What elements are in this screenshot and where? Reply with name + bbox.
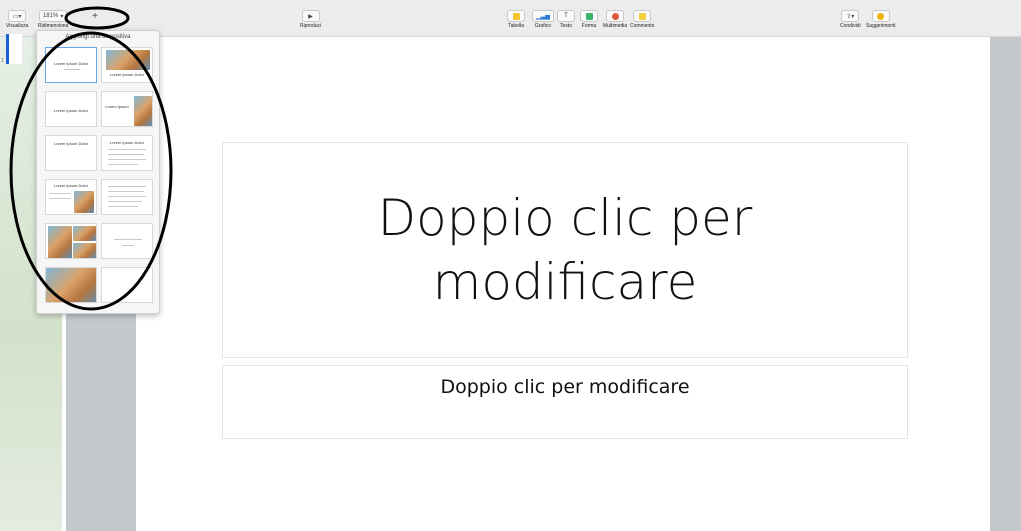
zoom-label: Ridimensiona [38, 23, 69, 29]
layout-line [108, 186, 146, 187]
table-label: Tabella [508, 23, 524, 29]
share-label: Condividi [840, 23, 861, 29]
slide-title[interactable]: Doppio clic per modificare [285, 186, 845, 314]
layout-photo [73, 243, 96, 258]
layout-quote[interactable] [101, 223, 153, 259]
layout-line [108, 159, 146, 160]
layout-line [49, 198, 71, 199]
layout-blank[interactable] [101, 267, 153, 303]
zoom-button[interactable]: 181% ▾ Ridimensiona [38, 10, 68, 29]
layout-line [108, 164, 138, 165]
text-icon: T [564, 13, 568, 19]
layout-text: Lorem Ipsum Dolor [53, 183, 88, 188]
view-button[interactable]: ▭▾ Visualizza [6, 10, 28, 29]
layout-photo [74, 191, 94, 213]
chevron-down-icon: ▾ [60, 13, 64, 20]
comment-label: Commento [630, 23, 655, 29]
layout-photo-title[interactable]: Lorem Ipsum Dolor [101, 47, 153, 83]
plus-icon: + [92, 10, 98, 22]
layout-text: Lorem Ipsum Dolor [109, 72, 144, 77]
play-button[interactable]: ▶ Riproduci [300, 10, 321, 29]
layout-text: Lorem Ipsum Dolor [53, 108, 88, 113]
media-label: Multimedia [603, 23, 628, 29]
tips-label: Suggerimenti [866, 23, 896, 29]
shape-icon [585, 12, 593, 20]
layout-photo [106, 50, 150, 70]
layout-text: Lorem Ipsum Dolor [53, 61, 88, 66]
layout-photo [48, 226, 72, 258]
zoom-value: 181% [42, 13, 59, 19]
layout-line [108, 196, 146, 197]
media-button[interactable]: Multimedia [603, 10, 627, 29]
layout-title-subtitle[interactable]: Lorem Ipsum Dolor [45, 47, 97, 83]
text-label: Testo [560, 23, 572, 29]
layout-title-bullets-photo[interactable]: Lorem Ipsum Dolor [45, 179, 97, 215]
sidebar-icon: ▭▾ [12, 13, 22, 20]
layout-line [49, 193, 71, 194]
shape-button[interactable]: Forma [580, 10, 598, 29]
slide-number: 1 [1, 58, 4, 64]
slide-subtitle[interactable]: Doppio clic per modificare [223, 376, 907, 398]
table-button[interactable]: Tabella [507, 10, 525, 29]
chart-label: Grafico [534, 23, 551, 29]
play-icon: ▶ [308, 13, 313, 20]
layout-title-bullets[interactable]: Lorem Ipsum Dolor [101, 135, 153, 171]
layout-line [108, 191, 144, 192]
layout-title-only[interactable]: Lorem Ipsum Dolor [45, 91, 97, 127]
shape-label: Forma [581, 23, 597, 29]
title-placeholder[interactable]: Doppio clic per modificare [222, 142, 908, 358]
comment-button[interactable]: Commento [630, 10, 654, 29]
layout-line [122, 245, 134, 246]
chart-icon: ▁▃▅ [536, 13, 550, 20]
layout-title-top[interactable]: Lorem Ipsum Dolor [45, 135, 97, 171]
share-icon: ⇪▾ [846, 13, 855, 20]
media-icon [611, 12, 619, 20]
add-slide-popover: Aggiungi una diapositiva Lorem Ipsum Dol… [36, 30, 160, 314]
slide-thumbnail[interactable] [6, 34, 22, 64]
popover-title: Aggiungi una diapositiva [65, 34, 131, 40]
tips-button[interactable]: Suggerimenti [866, 10, 895, 29]
layout-photo [46, 268, 96, 302]
layout-photos[interactable] [45, 223, 97, 259]
layout-title-photo-right[interactable]: Lorem Ipsum [101, 91, 153, 127]
subtitle-placeholder[interactable]: Doppio clic per modificare [222, 365, 908, 439]
layout-bullets[interactable] [101, 179, 153, 215]
text-button[interactable]: T Testo [557, 10, 575, 29]
lightbulb-icon [877, 12, 885, 20]
layout-photo [73, 226, 96, 241]
layout-line [108, 149, 146, 150]
comment-icon [638, 12, 646, 20]
layout-text: Lorem Ipsum [105, 104, 129, 109]
layout-photo-full[interactable] [45, 267, 97, 303]
chart-button[interactable]: ▁▃▅ Grafico [532, 10, 554, 29]
canvas-margin-right [990, 37, 1021, 531]
view-label: Visualizza [6, 23, 29, 29]
add-slide-button[interactable]: + [86, 10, 104, 22]
share-button[interactable]: ⇪▾ Condividi [840, 10, 861, 29]
layout-text: Lorem Ipsum Dolor [53, 141, 88, 146]
table-icon [512, 12, 520, 20]
layout-text: Lorem Ipsum Dolor [109, 140, 144, 145]
layout-line [108, 154, 144, 155]
layout-line [114, 239, 142, 240]
layout-line [64, 69, 80, 70]
layout-photo [134, 96, 152, 126]
play-label: Riproduci [300, 23, 322, 29]
layout-line [108, 206, 138, 207]
layout-line [108, 201, 142, 202]
